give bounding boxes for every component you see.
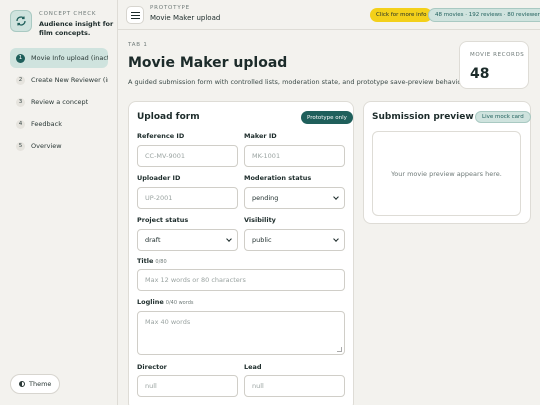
- resize-handle-icon[interactable]: [337, 347, 342, 352]
- contrast-icon: [19, 381, 25, 387]
- tab-eyebrow: TAB 1: [128, 42, 148, 48]
- lead-input[interactable]: null: [244, 375, 345, 397]
- preview-placeholder: Your movie preview appears here.: [372, 131, 521, 216]
- director-input[interactable]: null: [137, 375, 238, 397]
- step-number: 3: [16, 97, 25, 107]
- sidebar-item-create-reviewer[interactable]: 2 Create New Reviewer (inactive): [10, 70, 108, 90]
- page-title: Movie Maker upload: [128, 55, 288, 71]
- live-mock-badge: Live mock card: [475, 111, 531, 123]
- step-number: 2: [16, 75, 25, 85]
- sidebar: CONCEPT CHECK Audience insight for film …: [0, 0, 118, 405]
- hamburger-icon: [130, 11, 140, 19]
- maker-id-input[interactable]: MK-1001: [244, 145, 345, 167]
- brand-eyebrow: CONCEPT CHECK: [39, 11, 97, 17]
- visibility-select[interactable]: public: [244, 229, 345, 251]
- prototype-badge: Prototype only: [301, 111, 353, 124]
- title-input[interactable]: Max 12 words or 80 characters: [137, 269, 345, 291]
- title-label-text: Title: [137, 257, 154, 265]
- project-status-label: Project status: [137, 216, 189, 224]
- project-status-value: draft: [145, 236, 161, 244]
- visibility-value: public: [252, 236, 272, 244]
- logline-placeholder: Max 40 words: [145, 318, 191, 326]
- movie-records-card: MOVIE RECORDS 48: [459, 41, 529, 89]
- sidebar-item-movie-info-upload[interactable]: 1 Movie Info upload (inactive): [10, 48, 108, 68]
- submission-preview-title: Submission preview: [372, 112, 474, 122]
- sidebar-item-label: Feedback: [31, 120, 62, 128]
- reference-id-label: Reference ID: [137, 132, 185, 140]
- sidebar-item-overview[interactable]: 5 Overview: [10, 136, 108, 156]
- records-label: MOVIE RECORDS: [470, 52, 525, 58]
- sidebar-item-label: Movie Info upload (inactive): [31, 54, 108, 62]
- step-number: 1: [16, 53, 25, 63]
- moderation-status-value: pending: [252, 194, 279, 202]
- step-number: 4: [16, 119, 25, 129]
- more-info-button[interactable]: Click for more info: [370, 8, 433, 22]
- top-bar: PROTOTYPE Movie Maker upload Click for m…: [118, 0, 540, 30]
- logline-label-text: Logline: [137, 298, 164, 306]
- step-number: 5: [16, 141, 25, 151]
- reference-id-input[interactable]: CC-MV-9001: [137, 145, 238, 167]
- stats-badge: 48 movies · 192 reviews · 80 reviewers: [428, 8, 540, 22]
- sidebar-item-label: Create New Reviewer (inactive): [31, 76, 108, 84]
- moderation-status-select[interactable]: pending: [244, 187, 345, 209]
- breadcrumb: PROTOTYPE Movie Maker upload: [150, 5, 220, 22]
- uploader-id-input[interactable]: UP-2001: [137, 187, 238, 209]
- theme-label: Theme: [29, 380, 52, 388]
- brand-title: Audience insight for film concepts.: [39, 20, 114, 37]
- moderation-status-label: Moderation status: [244, 174, 312, 182]
- chevron-down-icon: [333, 194, 339, 200]
- theme-toggle-button[interactable]: Theme: [10, 374, 61, 394]
- logline-counter: 0/40 words: [165, 300, 194, 306]
- visibility-label: Visibility: [244, 216, 276, 224]
- brand: CONCEPT CHECK Audience insight for film …: [10, 10, 117, 37]
- upload-form-title: Upload form: [137, 112, 200, 122]
- sidebar-item-feedback[interactable]: 4 Feedback: [10, 114, 108, 134]
- refresh-loop-icon: [10, 10, 32, 32]
- page-description: A guided submission form with controlled…: [128, 78, 470, 86]
- lead-label: Lead: [244, 363, 262, 371]
- menu-button[interactable]: [126, 6, 144, 24]
- title-counter: 0/80: [155, 259, 167, 265]
- breadcrumb-eyebrow: PROTOTYPE: [150, 5, 190, 11]
- logline-textarea[interactable]: Max 40 words: [137, 311, 345, 355]
- sidebar-item-label: Review a concept: [31, 98, 89, 106]
- sidebar-item-review-concept[interactable]: 3 Review a concept: [10, 92, 108, 112]
- title-label: Title 0/80: [137, 257, 167, 265]
- chevron-down-icon: [333, 236, 339, 242]
- maker-id-label: Maker ID: [244, 132, 277, 140]
- breadcrumb-title: Movie Maker upload: [150, 14, 221, 22]
- project-status-select[interactable]: draft: [137, 229, 238, 251]
- sidebar-nav: 1 Movie Info upload (inactive) 2 Create …: [10, 48, 108, 158]
- director-label: Director: [137, 363, 167, 371]
- records-value: 48: [470, 66, 490, 82]
- chevron-down-icon: [226, 236, 232, 242]
- sidebar-item-label: Overview: [31, 142, 62, 150]
- logline-label: Logline 0/40 words: [137, 298, 193, 306]
- uploader-id-label: Uploader ID: [137, 174, 181, 182]
